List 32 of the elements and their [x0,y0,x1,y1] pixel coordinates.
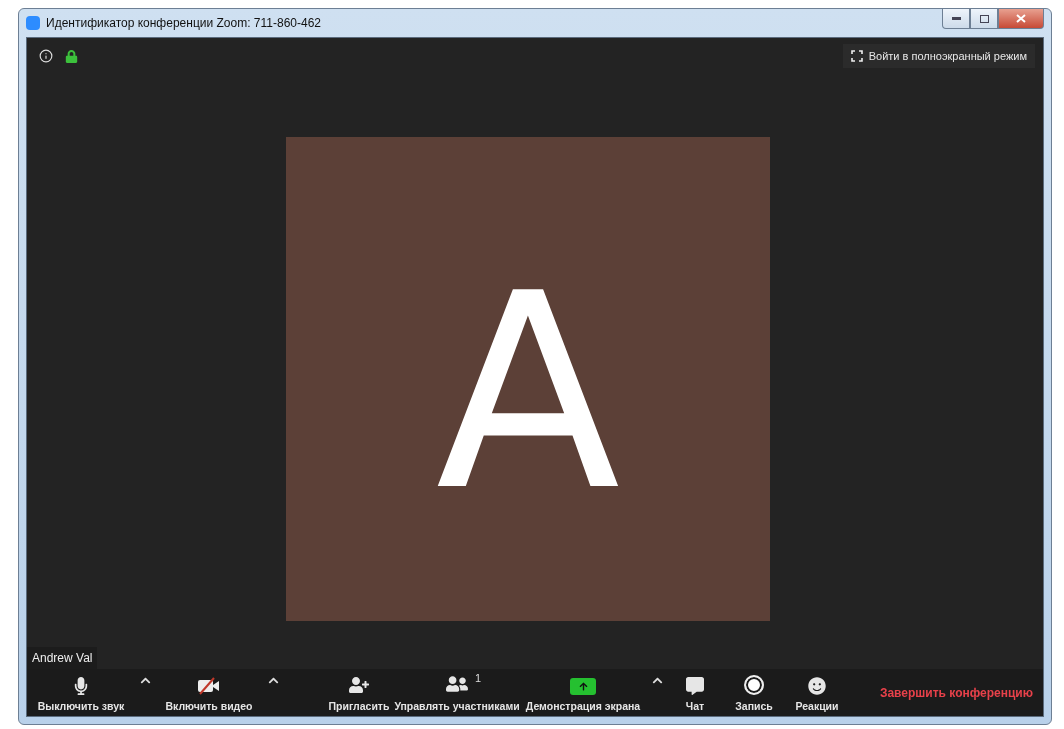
fullscreen-icon [850,50,863,62]
record-button[interactable]: Запись [719,669,789,716]
end-meeting-button[interactable]: Завершить конференцию [879,669,1043,716]
chat-icon [686,677,704,695]
close-button[interactable] [998,9,1044,29]
avatar-letter: A [435,258,621,528]
video-off-button[interactable]: Включить видео [159,669,259,716]
maximize-icon [979,14,989,23]
mic-button[interactable]: Выключить звук [31,669,131,716]
chat-button[interactable]: Чат [671,669,719,716]
fullscreen-button[interactable]: Войти в полноэкранный режим [842,44,1035,68]
close-icon [1016,14,1026,23]
smiley-icon [808,677,826,695]
share-screen-icon [570,678,596,695]
camera-off-icon [197,677,221,695]
info-icon[interactable] [39,49,53,63]
lock-icon[interactable] [65,49,78,63]
reactions-button[interactable]: Реакции [789,669,845,716]
window-title: Идентификатор конференции Zoom: 711-860-462 [46,16,321,30]
people-icon [446,673,468,695]
share-button[interactable]: Демонстрация экрана [523,669,643,716]
app-icon [26,16,40,30]
participants-button[interactable]: 1 Управлять участниками [391,669,523,716]
participant-count: 1 [475,672,482,684]
minimize-icon [951,17,961,20]
invite-button[interactable]: Пригласить [327,669,391,716]
participant-name: Andrew Val [27,647,98,669]
microphone-icon [72,677,90,695]
maximize-button[interactable] [970,9,998,29]
add-person-icon [349,675,369,695]
record-icon [744,675,764,695]
minimize-button[interactable] [942,9,970,29]
